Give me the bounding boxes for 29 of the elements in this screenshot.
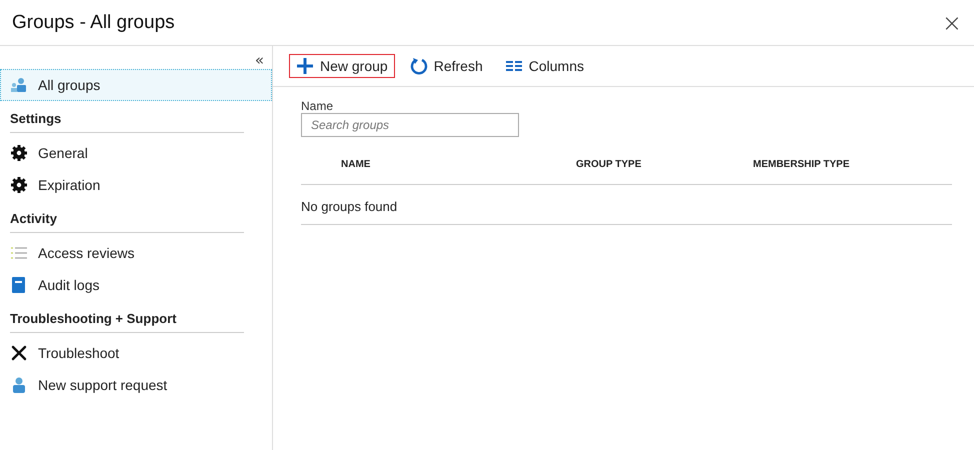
gear-icon <box>10 144 28 162</box>
sidebar-item[interactable]: New support request <box>0 369 272 401</box>
book-icon <box>10 276 28 294</box>
window-title: Groups - All groups <box>12 12 175 34</box>
sidebar-item[interactable]: Access reviews <box>0 237 272 269</box>
users-icon <box>10 76 28 94</box>
sidebar-item[interactable]: Expiration <box>0 169 272 201</box>
section-header: Troubleshooting + Support <box>10 311 244 333</box>
toolbar-button[interactable]: Refresh <box>402 54 490 78</box>
sidebar-item[interactable]: Troubleshoot <box>0 337 272 369</box>
column-header: MEMBERSHIP TYPE <box>753 159 850 170</box>
toolbar-button[interactable]: Columns <box>498 54 591 78</box>
sidebar-item[interactable]: All groups <box>0 69 272 101</box>
gear-icon <box>10 176 28 194</box>
person-icon <box>10 376 28 394</box>
field-label: Name <box>301 99 334 113</box>
plus-icon <box>296 57 314 75</box>
section-header: Activity <box>10 211 244 233</box>
search-field[interactable]: Search groups <box>301 113 519 137</box>
column-header: NAME <box>341 159 372 170</box>
collapse-button[interactable]: « <box>254 51 264 69</box>
column-header: GROUP TYPE <box>576 159 642 170</box>
sidebar-item[interactable]: General <box>0 137 272 169</box>
close-button[interactable]: × <box>942 8 962 36</box>
refresh-icon <box>410 57 428 75</box>
section-header: Settings <box>10 111 244 133</box>
toolbar-button[interactable]: New group <box>289 54 395 78</box>
sidebar-item[interactable]: Audit logs <box>0 269 272 301</box>
empty-message: No groups found <box>301 185 952 225</box>
